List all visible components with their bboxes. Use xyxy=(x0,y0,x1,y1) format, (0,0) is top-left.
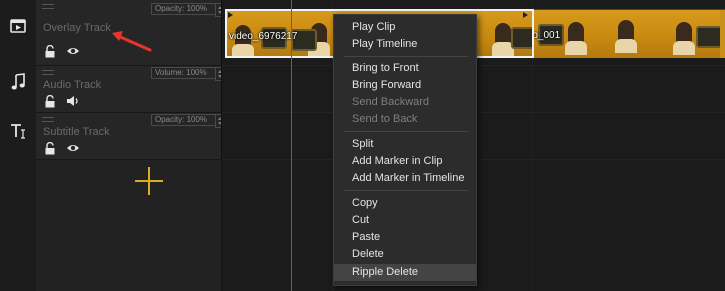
opacity-value: Opacity: 100% xyxy=(155,4,208,13)
menu-item-copy[interactable]: Copy xyxy=(334,195,476,212)
track-name: Overlay Track xyxy=(43,22,111,34)
lock-icon[interactable] xyxy=(43,44,57,58)
track-header-subtitle[interactable]: Opacity: 100% Subtitle Track xyxy=(36,113,226,160)
track-name: Subtitle Track xyxy=(43,126,110,138)
menu-item-split[interactable]: Split xyxy=(334,136,476,153)
clip-context-menu: Play Clip Play Timeline Bring to Front B… xyxy=(333,14,477,286)
clip-end-marker-icon xyxy=(523,12,528,18)
video-clip[interactable]: video_001 xyxy=(534,9,725,58)
drag-grip-icon[interactable] xyxy=(42,4,54,9)
music-note-icon xyxy=(8,72,28,92)
menu-separator xyxy=(344,190,468,191)
menu-item-cut[interactable]: Cut xyxy=(334,212,476,229)
eye-icon[interactable] xyxy=(66,141,80,155)
menu-item-play-clip[interactable]: Play Clip xyxy=(334,19,476,36)
clip-label: video_6976217 xyxy=(229,31,298,42)
menu-item-send-backward: Send Backward xyxy=(352,96,430,108)
opacity-field[interactable]: Opacity: 100% xyxy=(151,3,226,17)
track-type-icon-column xyxy=(0,0,36,291)
annotation-arrow-icon xyxy=(112,31,152,52)
drag-grip-icon[interactable] xyxy=(42,117,54,122)
volume-field[interactable]: Volume: 100% xyxy=(151,67,226,81)
clip-start-marker-icon xyxy=(228,12,233,18)
lock-icon[interactable] xyxy=(43,141,57,155)
opacity-value: Opacity: 100% xyxy=(155,115,208,124)
track-header-audio[interactable]: Volume: 100% Audio Track xyxy=(36,66,226,113)
menu-item-bring-forward[interactable]: Bring Forward xyxy=(334,77,476,94)
volume-value: Volume: 100% xyxy=(155,68,207,77)
menu-item-ripple-delete[interactable]: Ripple Delete xyxy=(334,264,476,281)
text-icon xyxy=(8,121,28,141)
playhead[interactable] xyxy=(291,0,292,291)
speaker-icon[interactable] xyxy=(66,94,80,108)
menu-item-add-marker-in-timeline[interactable]: Add Marker in Timeline xyxy=(334,170,476,187)
menu-item-play-timeline[interactable]: Play Timeline xyxy=(334,36,476,53)
menu-separator xyxy=(344,56,468,57)
lock-icon[interactable] xyxy=(43,94,57,108)
menu-item-delete[interactable]: Delete xyxy=(334,246,476,263)
menu-item-bring-to-front[interactable]: Bring to Front xyxy=(334,60,476,77)
menu-item-send-to-back: Send to Back xyxy=(352,113,418,125)
menu-item-add-marker-in-clip[interactable]: Add Marker in Clip xyxy=(334,153,476,170)
video-editor-timeline: Opacity: 100% Overlay Track Volume: 100%… xyxy=(0,0,725,291)
menu-separator xyxy=(344,131,468,132)
opacity-field[interactable]: Opacity: 100% xyxy=(151,114,226,128)
menu-item-paste[interactable]: Paste xyxy=(334,229,476,246)
play-box-icon xyxy=(8,16,28,36)
eye-icon[interactable] xyxy=(66,44,80,58)
track-name: Audio Track xyxy=(43,79,102,91)
clip-label: video_001 xyxy=(534,30,561,41)
drag-grip-icon[interactable] xyxy=(42,70,54,75)
add-track-plus-icon[interactable] xyxy=(134,166,164,196)
